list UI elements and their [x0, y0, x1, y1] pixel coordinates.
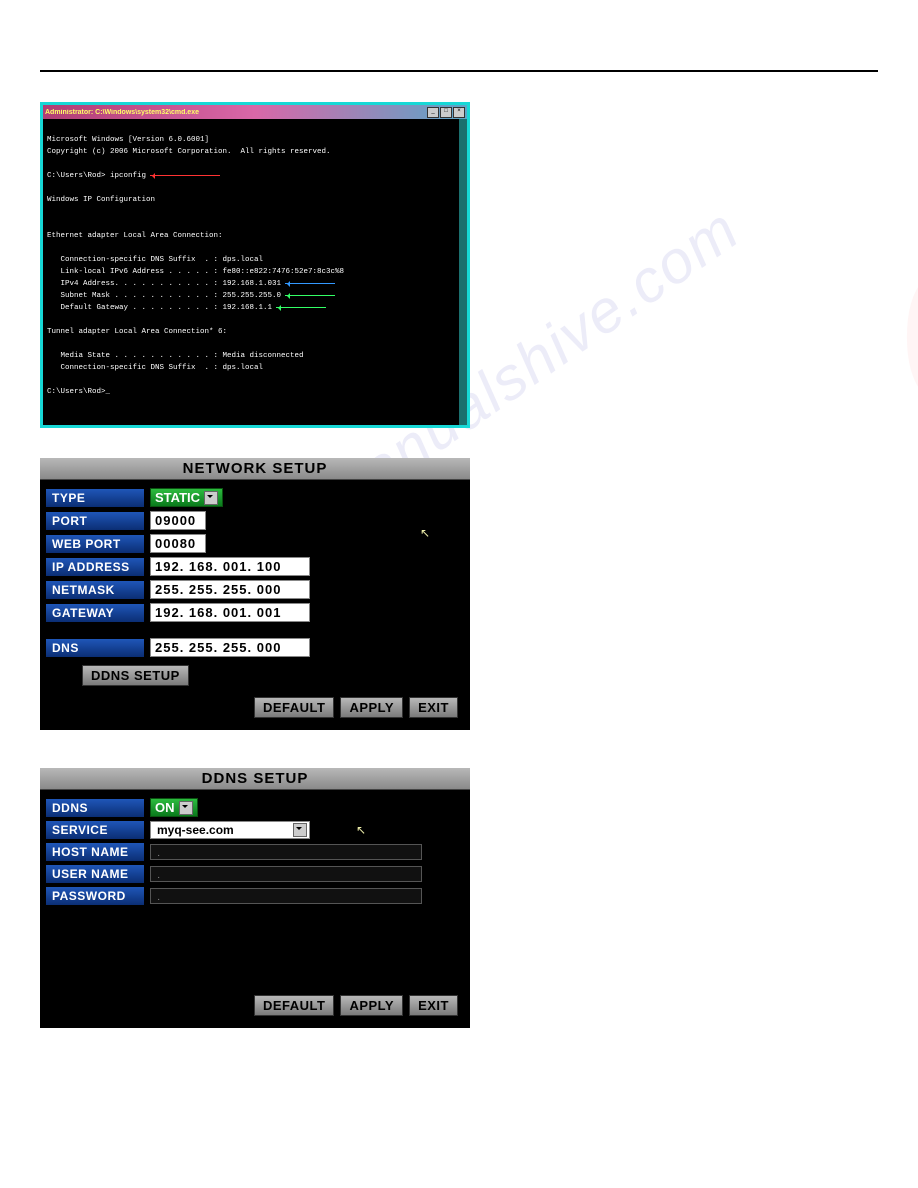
maximize-button[interactable]: □: [440, 107, 452, 118]
cmd-line: C:\Users\Rod>_: [47, 388, 110, 396]
ip-label: IP ADDRESS: [46, 558, 144, 576]
cmd-line: Connection-specific DNS Suffix . : dps.l…: [47, 364, 263, 372]
default-button[interactable]: DEFAULT: [254, 697, 334, 718]
default-button[interactable]: DEFAULT: [254, 995, 334, 1016]
netmask-input[interactable]: 255. 255. 255. 000: [150, 580, 310, 599]
arrow-red-icon: [150, 175, 220, 176]
cmd-line: Windows IP Configuration: [47, 196, 155, 204]
ddns-select[interactable]: ON: [150, 798, 198, 817]
cmd-line: IPv4 Address. . . . . . . . . . . : 192.…: [47, 280, 281, 288]
gateway-label: GATEWAY: [46, 604, 144, 622]
cmd-window: Administrator: C:\Windows\system32\cmd.e…: [40, 102, 470, 428]
ddns-label: DDNS: [46, 799, 144, 817]
cmd-line: Default Gateway . . . . . . . . . : 192.…: [47, 304, 272, 312]
ddns-value: ON: [155, 800, 175, 815]
password-label: PASSWORD: [46, 887, 144, 905]
top-divider: [40, 70, 878, 72]
service-select[interactable]: myq-see.com: [150, 821, 310, 839]
chevron-down-icon: [293, 823, 307, 837]
password-input[interactable]: ·: [150, 888, 422, 904]
service-label: SERVICE: [46, 821, 144, 839]
webport-input[interactable]: 00080: [150, 534, 206, 553]
minimize-button[interactable]: _: [427, 107, 439, 118]
arrow-blue-icon: [285, 283, 335, 284]
chevron-down-icon: [204, 491, 218, 505]
cmd-line: Connection-specific DNS Suffix . : dps.l…: [47, 256, 263, 264]
webport-label: WEB PORT: [46, 535, 144, 553]
scrollbar[interactable]: [459, 119, 467, 425]
apply-button[interactable]: APPLY: [340, 995, 403, 1016]
apply-button[interactable]: APPLY: [340, 697, 403, 718]
netmask-label: NETMASK: [46, 581, 144, 599]
arrow-green-icon: [276, 307, 326, 308]
chevron-down-icon: [179, 801, 193, 815]
cmd-line: Subnet Mask . . . . . . . . . . . : 255.…: [47, 292, 281, 300]
cmd-line: C:\Users\Rod> ipconfig: [47, 172, 146, 180]
exit-button[interactable]: EXIT: [409, 995, 458, 1016]
port-input[interactable]: 09000: [150, 511, 206, 530]
cursor-icon: ↖: [420, 526, 430, 540]
port-label: PORT: [46, 512, 144, 530]
cmd-line: Copyright (c) 2006 Microsoft Corporation…: [47, 148, 331, 156]
username-input[interactable]: ·: [150, 866, 422, 882]
cmd-line: Tunnel adapter Local Area Connection* 6:: [47, 328, 227, 336]
cmd-line: Media State . . . . . . . . . . . : Medi…: [47, 352, 304, 360]
cmd-line: Ethernet adapter Local Area Connection:: [47, 232, 223, 240]
type-value: STATIC: [155, 490, 200, 505]
dns-input[interactable]: 255. 255. 255. 000: [150, 638, 310, 657]
ddns-setup-panel: DDNS SETUP DDNS ON SERVICE myq-see.com ↖…: [40, 768, 470, 1028]
type-select[interactable]: STATIC: [150, 488, 223, 507]
dns-label: DNS: [46, 639, 144, 657]
network-header: NETWORK SETUP: [40, 458, 470, 480]
type-label: TYPE: [46, 489, 144, 507]
cursor-icon: ↖: [356, 823, 366, 837]
exit-button[interactable]: EXIT: [409, 697, 458, 718]
network-setup-panel: NETWORK SETUP TYPE STATIC ↖ PORT 09000 W…: [40, 458, 470, 730]
service-value: myq-see.com: [157, 823, 234, 837]
arrow-green-icon: [285, 295, 335, 296]
cmd-body: Microsoft Windows [Version 6.0.6001] Cop…: [43, 119, 467, 425]
ddns-header: DDNS SETUP: [40, 768, 470, 790]
hostname-label: HOST NAME: [46, 843, 144, 861]
ip-input[interactable]: 192. 168. 001. 100: [150, 557, 310, 576]
gateway-input[interactable]: 192. 168. 001. 001: [150, 603, 310, 622]
ddns-setup-button[interactable]: DDNS SETUP: [82, 665, 189, 686]
username-label: USER NAME: [46, 865, 144, 883]
cmd-titlebar: Administrator: C:\Windows\system32\cmd.e…: [43, 105, 467, 119]
cmd-line: Microsoft Windows [Version 6.0.6001]: [47, 136, 209, 144]
hostname-input[interactable]: ·: [150, 844, 422, 860]
watermark-logo: e: [896, 120, 918, 488]
close-button[interactable]: ×: [453, 107, 465, 118]
cmd-title: Administrator: C:\Windows\system32\cmd.e…: [45, 109, 199, 116]
cmd-line: Link-local IPv6 Address . . . . . : fe80…: [47, 268, 344, 276]
